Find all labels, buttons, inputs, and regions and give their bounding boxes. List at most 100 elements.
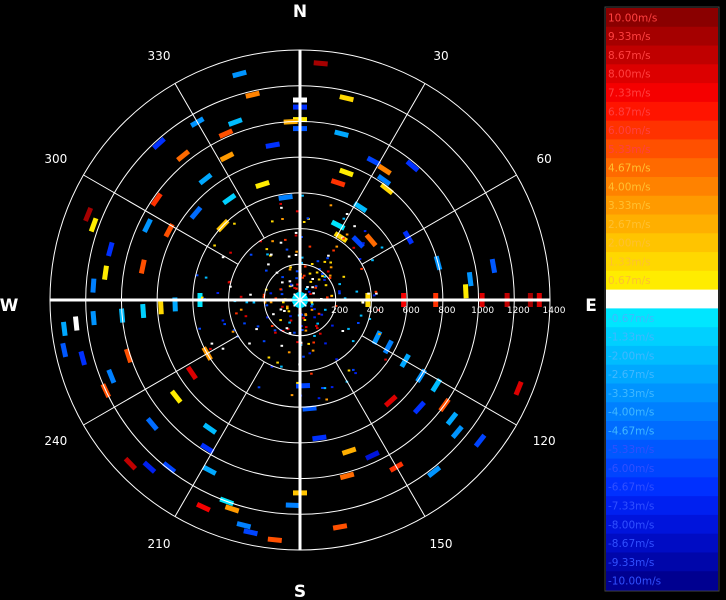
colorbar-label: 8.00m/s — [608, 69, 651, 81]
clutter-dot — [312, 292, 315, 295]
clutter-dot — [302, 274, 306, 277]
clutter-dot — [371, 259, 374, 262]
azimuth-label: 60 — [537, 152, 552, 166]
clutter-dot — [317, 278, 321, 281]
clutter-dot — [249, 293, 252, 296]
clutter-dot — [367, 292, 370, 295]
colorbar-label: -4.00m/s — [608, 407, 654, 419]
clutter-dot — [308, 272, 312, 275]
clutter-dot — [316, 322, 319, 325]
clutter-dot — [286, 307, 289, 310]
clutter-dot — [329, 204, 333, 207]
clutter-dot — [362, 242, 365, 245]
clutter-dot — [269, 292, 273, 295]
clutter-dot — [288, 268, 292, 271]
clutter-dot — [320, 313, 324, 316]
clutter-dot — [281, 218, 284, 220]
clutter-dot — [309, 293, 312, 295]
compass-east: E — [585, 296, 597, 316]
clutter-dot — [316, 260, 320, 263]
clutter-dot — [342, 237, 345, 240]
colorbar-label: 8.67m/s — [608, 50, 651, 62]
colorbar-label: -2.67m/s — [608, 369, 654, 381]
clutter-dot — [280, 206, 283, 209]
clutter-dot — [353, 225, 356, 228]
clutter-dot — [295, 270, 299, 273]
clutter-dot — [227, 281, 231, 284]
clutter-dot — [279, 241, 283, 244]
clutter-dot — [338, 290, 341, 293]
clutter-dot — [338, 292, 341, 295]
clutter-dot — [304, 329, 308, 332]
range-label: 600 — [403, 306, 420, 316]
colorbar-label: -0.67m/s — [608, 313, 654, 325]
clutter-dot — [273, 329, 277, 332]
clutter-dot — [198, 327, 201, 330]
range-label: 1200 — [507, 306, 530, 316]
colorbar-label: 5.33m/s — [608, 144, 651, 156]
clutter-dot — [308, 352, 312, 355]
clutter-dot — [295, 210, 299, 213]
colorbar-label: 10.00m/s — [608, 12, 657, 24]
clutter-dot — [311, 303, 314, 306]
clutter-dot — [326, 270, 330, 273]
clutter-dot — [287, 255, 291, 258]
clutter-dot — [304, 313, 307, 316]
colorbar-label: 1.33m/s — [608, 257, 651, 269]
clutter-dot — [327, 254, 330, 257]
clutter-dot — [239, 308, 243, 311]
clutter-dot — [325, 398, 328, 401]
clutter-dot — [295, 277, 298, 280]
clutter-dot — [289, 319, 293, 322]
colorbar-label: -8.67m/s — [608, 538, 654, 550]
clutter-dot — [272, 313, 275, 316]
colorbar-label: 4.00m/s — [608, 181, 651, 193]
clutter-dot — [270, 325, 274, 327]
clutter-dot — [303, 265, 307, 268]
clutter-dot — [296, 341, 299, 344]
clutter-dot — [309, 280, 313, 283]
colorbar-label: 0.00m/s — [608, 294, 651, 306]
clutter-dot — [351, 340, 355, 343]
clutter-dot — [289, 266, 292, 269]
clutter-dot — [288, 280, 292, 283]
azimuth-label: 30 — [433, 49, 448, 63]
velocity-point — [285, 502, 300, 508]
colorbar: 10.00m/s 9.33m/s 8.67m/s 8.00m/s 7.33m/s 6.87… — [604, 6, 720, 592]
azimuth-label: 210 — [148, 537, 171, 551]
clutter-dot — [329, 266, 333, 269]
radar-velocity-chart: 30 60 120 150 210 240 300 330 200 400 600 800 1000 12… — [0, 0, 726, 600]
clutter-dot — [347, 369, 351, 372]
clutter-dot — [285, 327, 289, 330]
clutter-dot — [316, 327, 319, 330]
clutter-dot — [342, 275, 346, 278]
clutter-dot — [302, 221, 306, 223]
clutter-dot — [317, 397, 321, 400]
clutter-dot — [262, 340, 266, 343]
colorbar-label: 7.33m/s — [608, 88, 651, 100]
clutter-dot — [321, 387, 324, 389]
clutter-dot — [287, 310, 291, 313]
clutter-dot — [281, 281, 284, 284]
clutter-dot — [293, 331, 296, 334]
clutter-dot — [310, 301, 314, 304]
clutter-dot — [285, 248, 289, 251]
clutter-dot — [314, 286, 317, 289]
clutter-dot — [335, 245, 339, 248]
clutter-dot — [313, 316, 316, 319]
clutter-dot — [294, 234, 298, 237]
clutter-dot — [210, 342, 214, 345]
clutter-dot — [315, 324, 318, 327]
clutter-dot — [378, 333, 381, 336]
range-label: 1000 — [471, 306, 494, 316]
azimuth-label: 240 — [44, 434, 67, 448]
colorbar-label: 6.87m/s — [608, 106, 651, 118]
clutter-dot — [308, 245, 312, 248]
clutter-dot — [282, 301, 285, 304]
colorbar-label: -10.00m/s — [608, 576, 661, 588]
clutter-dot — [296, 381, 299, 384]
clutter-dot — [280, 344, 284, 347]
clutter-dot — [204, 276, 208, 279]
clutter-dot — [372, 294, 376, 297]
clutter-dot — [330, 386, 334, 389]
